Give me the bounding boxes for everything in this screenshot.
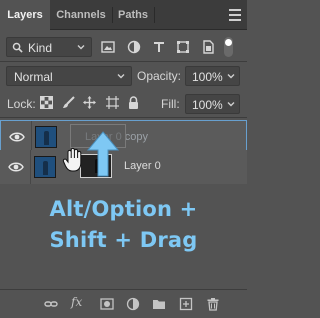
delete-trash-icon[interactable] (206, 297, 220, 311)
move-icon[interactable] (83, 96, 96, 109)
shape-filter-icon[interactable] (176, 40, 190, 54)
new-group-folder-icon[interactable] (152, 297, 166, 311)
tab-layers[interactable]: Layers (0, 0, 50, 31)
smart-object-filter-icon[interactable] (201, 40, 215, 54)
opacity-value: 100% (192, 70, 223, 84)
layer-style-fx-icon[interactable]: fx (71, 295, 82, 309)
lock-all-icon[interactable] (127, 96, 140, 109)
pixel-filter-icon[interactable] (101, 40, 115, 54)
drag-up-arrow-icon (86, 131, 120, 177)
grab-hand-cursor-icon (62, 147, 82, 172)
layer-name[interactable]: Layer 0 (124, 160, 161, 172)
layer-thumbnail (35, 126, 57, 148)
tab-paths[interactable]: Paths (112, 0, 154, 30)
chevron-down-icon (77, 45, 85, 50)
type-filter-icon[interactable] (152, 40, 166, 54)
opacity-label: Opacity: (137, 69, 182, 83)
divider (0, 61, 247, 62)
visibility-eye-icon[interactable] (8, 161, 24, 173)
visibility-eye-icon[interactable] (9, 131, 25, 143)
toggle-knob (225, 39, 232, 46)
adjustment-filter-icon[interactable] (127, 40, 141, 54)
brush-icon[interactable] (62, 96, 75, 109)
chevron-down-icon (227, 102, 235, 107)
fill-value: 100% (192, 98, 223, 112)
lock-label: Lock: (7, 97, 36, 111)
new-layer-icon[interactable] (179, 297, 193, 311)
link-layers-icon[interactable] (44, 297, 58, 311)
layers-bottom-toolbar: fx (0, 289, 247, 318)
blend-mode-select[interactable]: Normal (6, 66, 132, 86)
filter-toggle-switch[interactable] (224, 37, 233, 57)
fill-label: Fill: (161, 97, 180, 111)
column-separator (31, 121, 32, 153)
fill-input[interactable]: 100% (185, 94, 240, 114)
chevron-down-icon (117, 74, 125, 79)
artboard-lock-icon[interactable] (106, 96, 119, 109)
adjustment-layer-icon[interactable] (126, 297, 140, 311)
layer-thumbnail (34, 156, 56, 178)
layers-panel: Layers Channels Paths Kind Normal Opacit… (0, 0, 247, 318)
filter-kind-label: Kind (28, 41, 53, 55)
layer-row-layer-0[interactable]: Layer 0 (0, 150, 247, 184)
search-icon (12, 42, 23, 53)
instruction-caption-line1: Alt/Option + (49, 197, 198, 221)
tab-separator (154, 7, 155, 23)
instruction-caption-line2: Shift + Drag (49, 228, 198, 252)
panel-menu-icon[interactable] (229, 9, 241, 21)
opacity-input[interactable]: 100% (185, 66, 240, 86)
add-layer-mask-icon[interactable] (100, 297, 114, 311)
tab-channels[interactable]: Channels (50, 0, 112, 30)
filter-kind-select[interactable]: Kind (6, 37, 92, 57)
panel-tab-bar: Layers Channels Paths (0, 0, 247, 31)
blend-mode-value: Normal (14, 70, 53, 84)
column-separator (30, 150, 31, 184)
lock-transparent-pixels-icon[interactable] (40, 96, 53, 109)
chevron-down-icon (227, 74, 235, 79)
divider (0, 117, 247, 118)
